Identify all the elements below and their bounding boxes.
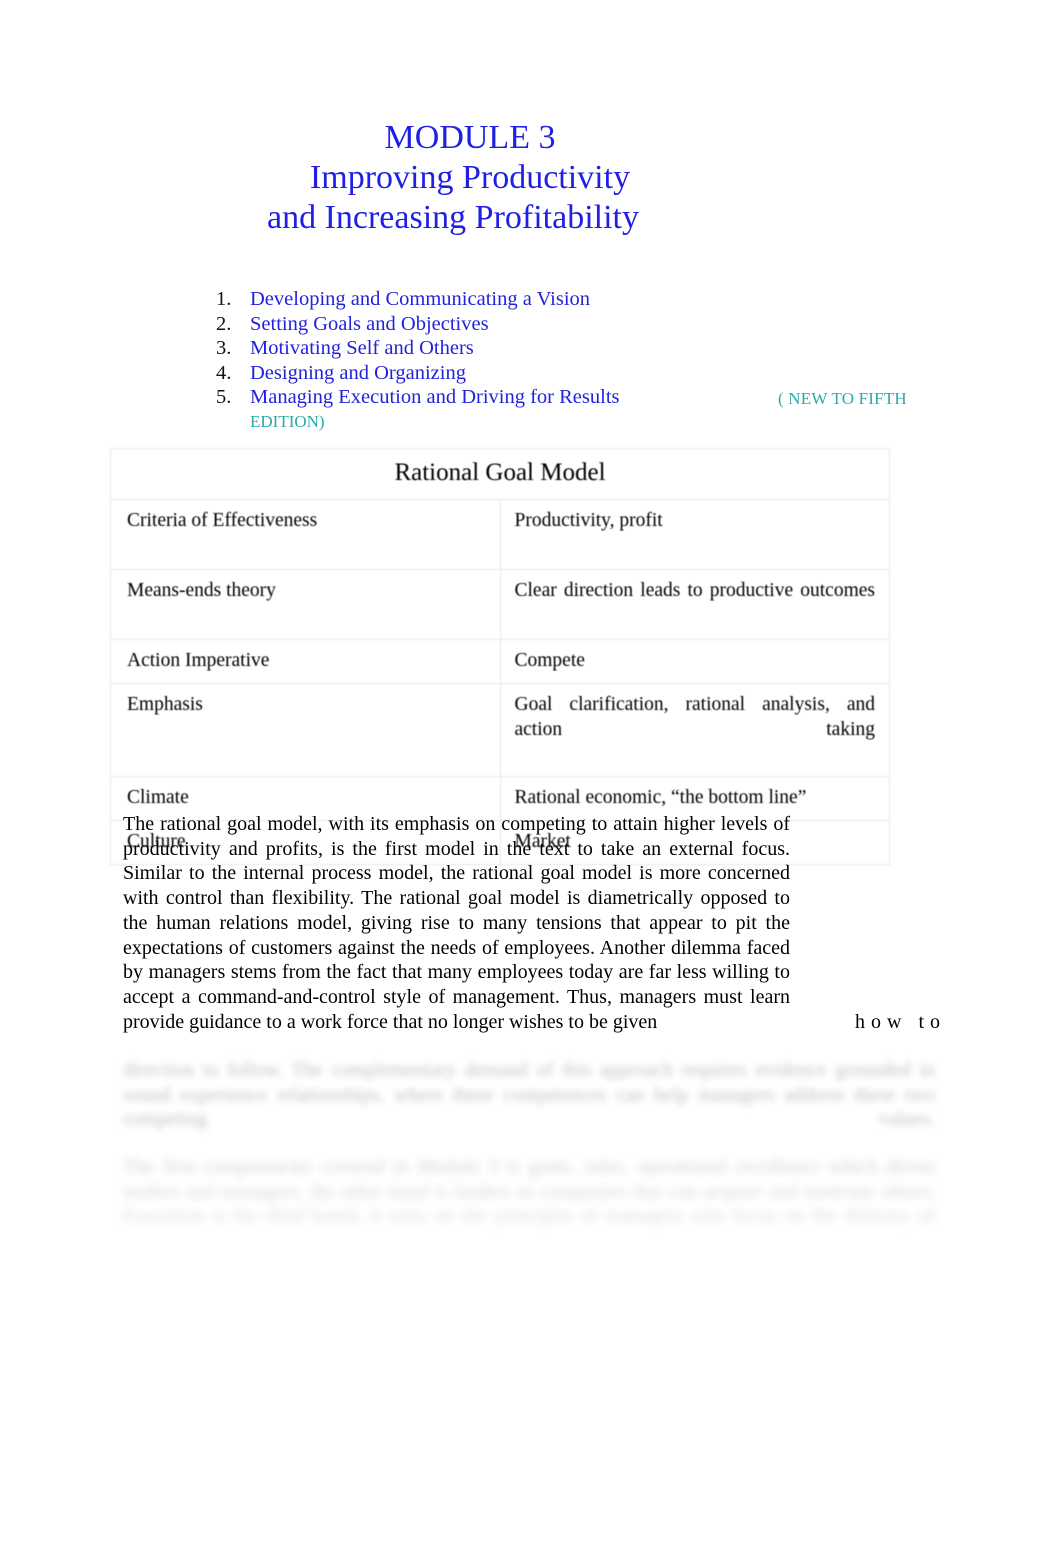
- obscured-paragraph-1: direction to follow. The complementary d…: [123, 1058, 935, 1157]
- outline-list: 1. Developing and Communicating a Vision …: [216, 287, 936, 435]
- rational-goal-model-table: Rational Goal Model Criteria of Effectiv…: [110, 448, 890, 865]
- table-cell-key: Criteria of Effectiveness: [110, 499, 501, 570]
- list-item: 5. Managing Execution and Driving for Res…: [216, 385, 936, 410]
- list-item-label: Developing and Communicating a Vision: [250, 288, 591, 310]
- page-title: MODULE 3 Improving Productivity and Incr…: [0, 118, 940, 238]
- table-row: Means-ends theory Clear direction leads …: [110, 569, 890, 640]
- list-item-label: Managing Execution and Driving for Resul…: [250, 386, 620, 409]
- list-item-number: 5.: [216, 386, 232, 409]
- list-item-number: 2.: [216, 312, 232, 335]
- list-item: 3. Motivating Self and Others: [216, 336, 936, 361]
- body-paragraph-orphan-fragment: how to: [855, 1011, 946, 1033]
- list-item: 1. Developing and Communicating a Vision: [216, 287, 936, 312]
- table-cell-value-text: Clear direction leads to productive outc…: [514, 580, 876, 601]
- table-cell-key: Means-ends theory: [110, 569, 501, 640]
- table-title: Rational Goal Model: [110, 448, 890, 500]
- document-page: MODULE 3 Improving Productivity and Incr…: [0, 0, 1062, 1561]
- table-cell-key: Emphasis: [110, 683, 501, 777]
- list-item: 4. Designing and Organizing: [216, 361, 936, 386]
- table-row: Action Imperative Compete: [110, 639, 890, 684]
- list-item-label: Motivating Self and Others: [250, 337, 474, 360]
- new-edition-note-line-1: ( NEW TO FIFTH: [778, 389, 907, 409]
- list-item-label: Setting Goals and Objectives: [250, 312, 489, 335]
- table-cell-value: Productivity, profit: [499, 499, 890, 570]
- obscured-paragraph-2: The first competencies covered in Module…: [123, 1155, 935, 1254]
- title-line-module: MODULE 3: [384, 119, 556, 156]
- table-row: Criteria of Effectiveness Productivity, …: [110, 499, 890, 570]
- new-edition-note-line-2: EDITION): [250, 411, 325, 431]
- obscured-paragraph-1-text: direction to follow. The complementary d…: [123, 1059, 935, 1131]
- list-item-number: 4.: [216, 361, 232, 384]
- list-item-label: Designing and Organizing: [250, 361, 466, 384]
- rational-goal-model-table-wrapper: Rational Goal Model Criteria of Effectiv…: [110, 448, 890, 865]
- body-paragraph-continuation: provide guidance to a work force that no…: [123, 1010, 658, 1033]
- table-cell-value-text: Goal clarification, rational analysis, a…: [514, 694, 876, 740]
- title-line-subject-1: Improving Productivity: [309, 159, 631, 196]
- title-line-subject-2: and Increasing Profitability: [266, 199, 639, 236]
- table-cell-key: Action Imperative: [110, 639, 501, 684]
- table-row: Emphasis Goal clarification, rational an…: [110, 683, 890, 777]
- list-item-number: 1.: [216, 288, 232, 310]
- table-cell-value: Compete: [499, 639, 890, 684]
- list-item-number: 3.: [216, 337, 232, 360]
- obscured-paragraph-2-text: The first competencies covered in Module…: [123, 1156, 935, 1228]
- table-header-row: Rational Goal Model: [110, 448, 890, 500]
- body-paragraph-text: The rational goal model, with its emphas…: [123, 813, 790, 1008]
- body-paragraph: The rational goal model, with its emphas…: [123, 812, 790, 1034]
- table-cell-value: Goal clarification, rational analysis, a…: [499, 683, 890, 777]
- table-cell-value: Clear direction leads to productive outc…: [499, 569, 890, 640]
- list-item: 2. Setting Goals and Objectives: [216, 312, 936, 337]
